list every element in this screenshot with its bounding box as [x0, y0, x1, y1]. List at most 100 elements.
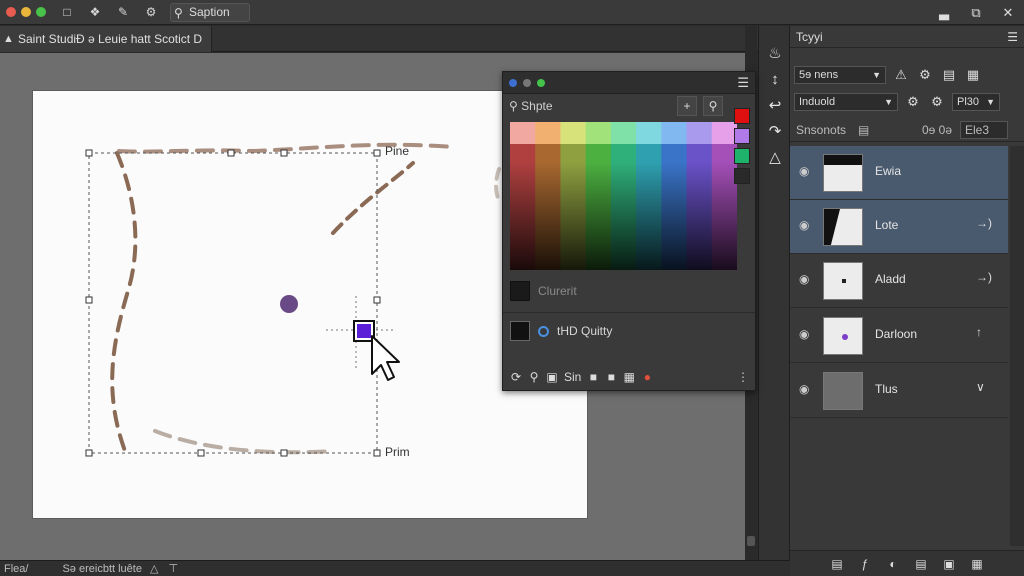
panel-menu-icon[interactable]: ☰	[1007, 26, 1018, 48]
fx-icon[interactable]: ƒ	[858, 557, 872, 571]
layer-name: Lote	[875, 218, 899, 232]
panel-dot-gray[interactable]	[523, 79, 531, 87]
layer-action-icon[interactable]: ↑	[976, 325, 982, 339]
value-field[interactable]: Pl30 ▼	[952, 93, 1000, 111]
color-search[interactable]: ⚲ Shpte	[509, 99, 553, 113]
trash-icon[interactable]: ▦	[970, 557, 984, 571]
eye-icon[interactable]: ◉	[799, 218, 813, 232]
layer-action-icon[interactable]: ∨	[976, 380, 985, 394]
quality-row[interactable]: tHD Quitty	[510, 321, 612, 341]
eye-icon[interactable]: ◉	[799, 272, 813, 286]
eye-icon[interactable]: ◉	[799, 327, 813, 341]
text-tool-icon[interactable]: ⊤	[168, 562, 178, 575]
swatch-lilac[interactable]	[734, 128, 750, 144]
puzzle-icon[interactable]: ❖	[88, 5, 102, 19]
document-icon[interactable]: □	[60, 5, 74, 19]
minimize-icon[interactable]: ▃	[928, 0, 960, 25]
delete-icon[interactable]: ▦	[623, 370, 635, 384]
layer-row[interactable]: ◉ Aladd →)	[790, 254, 1008, 308]
mask-icon[interactable]: ◐	[886, 557, 900, 571]
swatch-dark[interactable]	[734, 168, 750, 184]
close-icon[interactable]: ✕	[992, 0, 1024, 25]
layer-thumbnail	[823, 208, 863, 246]
pen-square-icon[interactable]: ✎	[116, 5, 130, 19]
title-bar: □ ❖ ✎ ⚙ ⚲ Saption ▃ ⧉ ✕	[0, 0, 1024, 25]
color-grid[interactable]	[510, 122, 737, 270]
minimize-dot[interactable]	[21, 7, 31, 17]
radio-icon[interactable]	[538, 325, 549, 337]
color-cell[interactable]	[610, 122, 637, 144]
anchor-dot[interactable]	[280, 295, 298, 313]
gear-icon[interactable]: ⚙	[916, 66, 934, 84]
folder-icon[interactable]: ▤	[914, 557, 928, 571]
color-cell[interactable]	[560, 122, 587, 144]
eye-icon[interactable]: ◉	[799, 382, 813, 396]
refresh-icon[interactable]: ⟳	[510, 370, 522, 384]
record-icon[interactable]: ●	[641, 370, 653, 384]
swatch-green[interactable]	[734, 148, 750, 164]
color-panel-footer: ⟳ ⚲ ▣ Sin ■ ■ ▦ ●	[510, 370, 653, 384]
color-cell[interactable]	[686, 122, 713, 144]
new-layer-icon[interactable]: ▣	[942, 557, 956, 571]
selection-handles[interactable]	[85, 149, 381, 457]
row-1: 5ɘ nens ▼ ⚠ ⚙ ▤ ▦	[794, 65, 982, 85]
return-icon[interactable]: ↩	[759, 92, 791, 118]
curve-icon[interactable]: ↷	[759, 118, 791, 144]
square-icon[interactable]: ■	[587, 370, 599, 384]
color-cell[interactable]	[510, 122, 536, 144]
panel-header: Tcyyi ☰	[790, 26, 1024, 48]
settings-icon[interactable]: ⚙	[144, 5, 158, 19]
layer-row[interactable]: ◉ Tlus ∨	[790, 364, 1008, 418]
preset-dropdown[interactable]: Induold ▼	[794, 93, 898, 111]
grid-icon[interactable]: ▦	[964, 66, 982, 84]
close-dot[interactable]	[6, 7, 16, 17]
panel-menu-icon[interactable]: ☰	[737, 75, 749, 91]
layer-action-icon[interactable]: →)	[976, 270, 992, 284]
shape-icon[interactable]: △	[759, 144, 791, 170]
label-top-right: Pine	[385, 144, 410, 158]
search-field[interactable]: ⚲ Saption	[170, 2, 250, 22]
scroll-thumb[interactable]	[747, 536, 755, 546]
add-icon[interactable]: +	[677, 96, 697, 116]
swatch-red[interactable]	[734, 108, 750, 124]
panel-dot-green[interactable]	[537, 79, 545, 87]
color-cell[interactable]	[585, 122, 612, 144]
eye-icon[interactable]: ◉	[799, 164, 813, 178]
color-cell[interactable]	[661, 122, 688, 144]
gear-icon[interactable]: ⚙	[904, 93, 922, 111]
color-cell[interactable]	[636, 122, 662, 144]
brush-icon[interactable]: ♨	[759, 40, 791, 66]
layers-icon[interactable]: ▤	[940, 66, 958, 84]
layer-action-icon[interactable]: →)	[976, 216, 992, 230]
tool-strip: ♨ ↕ ↩ ↷ △	[758, 26, 790, 560]
select-icon[interactable]: ⚲	[528, 370, 540, 384]
image-icon[interactable]: ▣	[546, 370, 558, 384]
link-icon[interactable]: ▤	[830, 557, 844, 571]
label-bottom-right: Prim	[385, 445, 410, 459]
document-tab[interactable]: ▲ Saint StudiƉ ə Leuie hatt Scotict D	[0, 26, 212, 52]
maximize-dot[interactable]	[36, 7, 46, 17]
blend-dropdown[interactable]: 5ɘ nens ▼	[794, 66, 886, 84]
transform-icon[interactable]: ↕	[759, 66, 791, 92]
brush-mode-icon[interactable]: ⚠	[892, 66, 910, 84]
current-color-box[interactable]	[510, 281, 530, 301]
layer-row[interactable]: ◉ Lote →)	[790, 200, 1008, 254]
panel-dot-blue[interactable]	[509, 79, 517, 87]
layer-row[interactable]: ◉ Ewia	[790, 146, 1008, 200]
quality-thumbnail	[510, 321, 530, 341]
restore-icon[interactable]: ⧉	[960, 0, 992, 25]
zoom-icon[interactable]: ⚲	[703, 96, 723, 116]
layer-list-icon[interactable]: ▤	[858, 123, 869, 137]
square-outline-icon[interactable]: ■	[605, 370, 617, 384]
layers-field-1[interactable]: 0ɘ 0ǝ	[922, 123, 952, 137]
status-bar: Flea/ Sə ereicbtt luête △ ⊤	[0, 560, 790, 576]
more-icon[interactable]: ⋮	[737, 370, 749, 384]
current-color[interactable]: Clurerit	[510, 280, 577, 302]
settings-icon[interactable]: ⚙	[928, 93, 946, 111]
color-cell[interactable]	[535, 122, 561, 144]
layers-scrollbar[interactable]	[1010, 146, 1024, 546]
preset-dropdown-value: Induold	[799, 96, 836, 108]
layer-row[interactable]: ◉ Darloon ↑	[790, 309, 1008, 363]
layers-footer: ▤ ƒ ◐ ▤ ▣ ▦	[790, 550, 1024, 576]
layers-field-2[interactable]: Ele3	[960, 121, 1008, 139]
